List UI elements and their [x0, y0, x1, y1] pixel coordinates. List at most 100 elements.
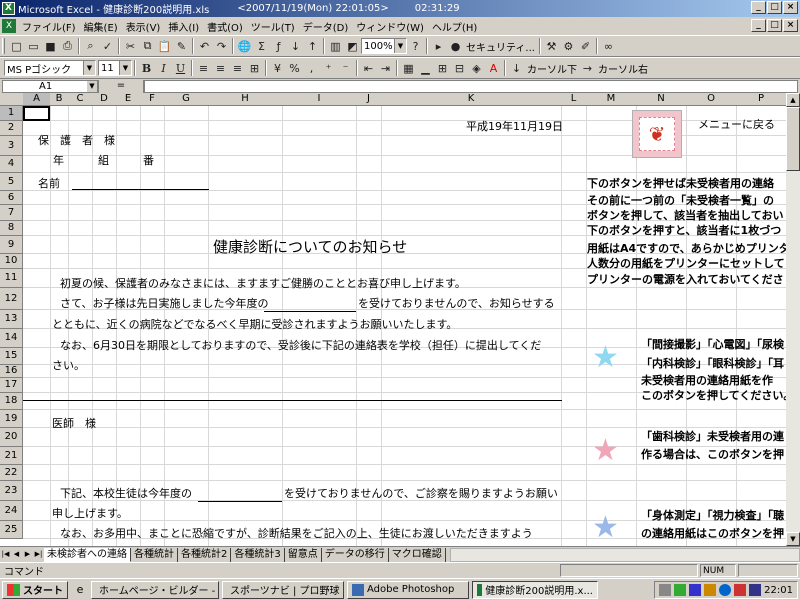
sheet-tab-stats2[interactable]: 各種統計2	[178, 547, 232, 562]
paste-icon[interactable]: 📋	[156, 38, 173, 55]
row-header-11[interactable]: 11	[0, 269, 23, 288]
first-sheet-icon[interactable]: |◀	[0, 548, 11, 561]
tray-icon[interactable]	[704, 584, 717, 596]
spellcheck-icon[interactable]: ✓	[99, 38, 116, 55]
row-header-23[interactable]: 23	[0, 481, 23, 501]
scroll-up-icon[interactable]: ▲	[786, 93, 800, 107]
security-button[interactable]: セキュリティ...	[464, 39, 537, 54]
hyperlink-icon[interactable]: 🌐	[236, 38, 253, 55]
task-photoshop[interactable]: Adobe Photoshop	[347, 580, 469, 599]
menu-data[interactable]: データ(D)	[299, 19, 353, 34]
sheet-tab-stats[interactable]: 各種統計	[131, 547, 178, 562]
col-header-a[interactable]: A	[23, 93, 51, 106]
sheet-tab-data-migration[interactable]: データの移行	[321, 547, 389, 562]
sort-ascending-icon[interactable]: ↓	[287, 38, 304, 55]
menu-format[interactable]: 書式(O)	[203, 19, 247, 34]
col-header-m[interactable]: M	[586, 93, 637, 106]
new-file-icon[interactable]: □	[8, 38, 25, 55]
row-header-9[interactable]: 9	[0, 236, 23, 254]
font-combo[interactable]: MS Pゴシック ▼	[4, 60, 96, 76]
star-button-1[interactable]: ★	[592, 343, 619, 373]
menu-edit[interactable]: 編集(E)	[80, 19, 122, 34]
row-header-14[interactable]: 14	[0, 329, 23, 348]
row-header-19[interactable]: 19	[0, 410, 23, 428]
col-header-c[interactable]: C	[68, 93, 93, 106]
control-toolbox-icon[interactable]: ⚒	[543, 38, 560, 55]
row-header-7[interactable]: 7	[0, 205, 23, 221]
chevron-down-icon[interactable]: ▼	[394, 39, 406, 53]
select-all-corner[interactable]	[0, 93, 24, 106]
percent-button[interactable]: %	[286, 60, 303, 77]
vba-editor-icon[interactable]: ⚙	[560, 38, 577, 55]
sheet-tab-notes[interactable]: 留意点	[284, 547, 322, 562]
merge-center-icon[interactable]: ⊞	[246, 60, 263, 77]
row-header-21[interactable]: 21	[0, 447, 23, 465]
design-mode-icon[interactable]: ✐	[577, 38, 594, 55]
col-header-b[interactable]: B	[50, 93, 69, 106]
row-header-22[interactable]: 22	[0, 465, 23, 481]
star-button-3[interactable]: ★	[592, 513, 619, 543]
menu-return-label[interactable]: メニューに戻る	[698, 118, 775, 132]
print-icon[interactable]: ⎙	[59, 38, 76, 55]
task-sportsnavi[interactable]: スポーツナビ | プロ野球 |	[222, 580, 344, 599]
vertical-scrollbar[interactable]: ▲ ▼	[786, 93, 800, 546]
menu-window[interactable]: ウィンドウ(W)	[352, 19, 428, 34]
col-header-f[interactable]: F	[140, 93, 165, 106]
col-header-g[interactable]: G	[164, 93, 209, 106]
prev-sheet-icon[interactable]: ◀	[11, 548, 22, 561]
help-icon[interactable]: ?	[407, 38, 424, 55]
decrease-decimal-icon[interactable]: ⁻	[337, 60, 354, 77]
last-sheet-icon[interactable]: ▶|	[33, 548, 44, 561]
row-header-4[interactable]: 4	[0, 156, 23, 173]
row-header-2[interactable]: 2	[0, 121, 23, 136]
minimize-button[interactable]: _	[751, 1, 766, 14]
redo-icon[interactable]: ↷	[213, 38, 230, 55]
bold-button[interactable]: B	[138, 60, 155, 77]
col-header-d[interactable]: D	[92, 93, 117, 106]
cut-icon[interactable]: ✂	[122, 38, 139, 55]
italic-button[interactable]: I	[155, 60, 172, 77]
row-header-24[interactable]: 24	[0, 501, 23, 521]
font-size-combo[interactable]: 11 ▼	[98, 60, 132, 76]
formula-input[interactable]	[144, 79, 798, 93]
run-macro-icon[interactable]: ▸	[430, 38, 447, 55]
chart-wizard-icon[interactable]: ▥	[327, 38, 344, 55]
row-header-17[interactable]: 17	[0, 378, 23, 393]
format-painter-icon[interactable]: ✎	[173, 38, 190, 55]
col-header-e[interactable]: E	[116, 93, 141, 106]
name-box[interactable]: A1 ▼	[2, 79, 98, 93]
align-right-icon[interactable]: ≡	[229, 60, 246, 77]
sheet-tab-notice[interactable]: 未検診者への連絡	[44, 547, 131, 562]
decrease-indent-icon[interactable]: ⇤	[360, 60, 377, 77]
menu-tools[interactable]: ツール(T)	[247, 19, 299, 34]
autosum-icon[interactable]: Σ	[253, 38, 270, 55]
task-homepage-builder[interactable]: ホームページ・ビルダー - [	[91, 580, 219, 599]
chevron-down-icon[interactable]: ▼	[83, 61, 95, 75]
zoom-combo[interactable]: 100% ▼	[361, 38, 407, 54]
vertical-scroll-thumb[interactable]	[786, 107, 800, 171]
increase-indent-icon[interactable]: ⇥	[377, 60, 394, 77]
doc-restore-button[interactable]: □	[767, 19, 782, 32]
row-header-1[interactable]: 1	[0, 106, 23, 121]
excel-app-icon[interactable]: X	[2, 2, 15, 15]
tray-icon[interactable]	[674, 584, 687, 596]
underline-button[interactable]: U	[172, 60, 189, 77]
function-icon[interactable]: ƒ	[270, 38, 287, 55]
tray-icon[interactable]	[659, 584, 672, 596]
menu-view[interactable]: 表示(V)	[122, 19, 165, 34]
addin-icon[interactable]: ∞	[600, 38, 617, 55]
chevron-down-icon[interactable]: ▼	[87, 80, 97, 92]
borders-icon[interactable]: ▦	[400, 60, 417, 77]
col-header-o[interactable]: O	[686, 93, 737, 106]
col-header-n[interactable]: N	[636, 93, 687, 106]
currency-icon[interactable]: ¥	[269, 60, 286, 77]
col-header-k[interactable]: K	[381, 93, 562, 106]
sheet-tab-macro[interactable]: マクロ確認	[388, 547, 446, 562]
row-header-18[interactable]: 18	[0, 393, 23, 410]
cursor-down-button[interactable]: カーソル下	[525, 61, 579, 76]
next-sheet-icon[interactable]: ▶	[22, 548, 33, 561]
tray-icon[interactable]	[689, 584, 702, 596]
align-center-icon[interactable]: ≡	[212, 60, 229, 77]
row-header-8[interactable]: 8	[0, 221, 23, 236]
border-all-icon[interactable]: ⊞	[434, 60, 451, 77]
